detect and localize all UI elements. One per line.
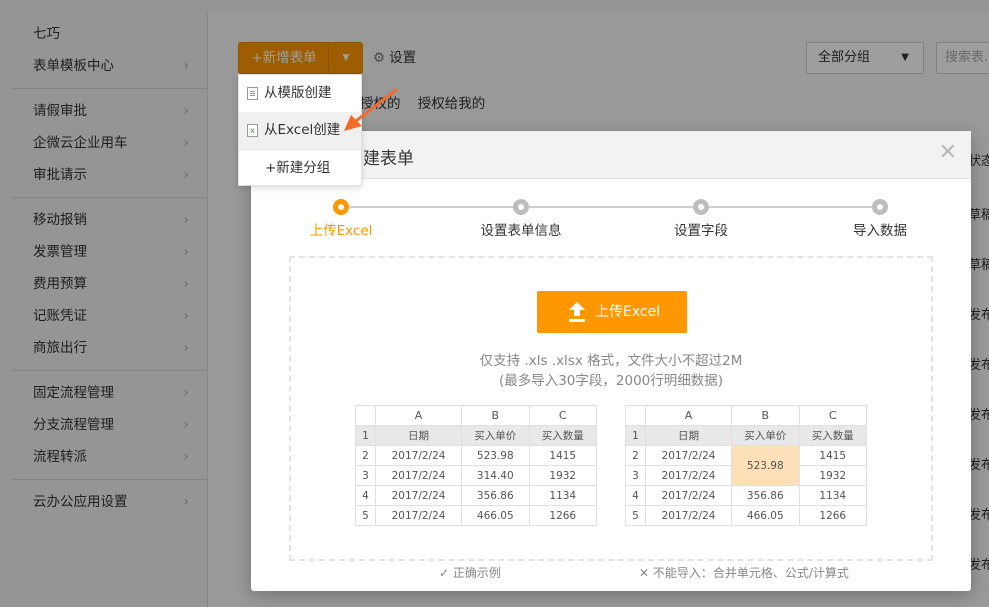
table-cell: 523.98 — [461, 445, 530, 466]
column-header: A — [374, 405, 463, 426]
row-number: 1 — [625, 425, 646, 446]
table-cell: 日期 — [374, 425, 463, 446]
step-label-form-info: 设置表单信息 — [480, 223, 562, 239]
table-cell: 日期 — [644, 425, 733, 446]
table-cell: 2017/2/24 — [374, 445, 463, 466]
row-number: 5 — [625, 505, 646, 526]
table-cell: 2017/2/24 — [374, 505, 463, 526]
create-form-modal: 建表单 ✕ 上传Excel 设置表单信息 设置字段 导入数据 上传Excel 仅… — [251, 131, 971, 591]
table-cell: 2017/2/24 — [644, 485, 733, 506]
step-dot-upload-excel — [333, 199, 349, 215]
caption-text: 不能导入：合并单元格、公式/计算式 — [652, 566, 849, 580]
correct-example-caption: ✓ 正确示例 — [439, 564, 501, 581]
table-cell: 1266 — [798, 505, 868, 526]
merged-cell: 523.98 — [731, 445, 800, 486]
table-cell: 1415 — [528, 445, 598, 466]
column-header: B — [461, 405, 530, 426]
column-header: B — [731, 405, 800, 426]
table-cell: 买入数量 — [528, 425, 598, 446]
step-dot-form-info — [513, 199, 529, 215]
table-cell: 1932 — [798, 465, 868, 486]
document-icon — [247, 87, 258, 100]
invalid-example-caption: ✕ 不能导入：合并单元格、公式/计算式 — [639, 564, 849, 581]
step-label-import-data: 导入数据 — [853, 223, 907, 239]
invalid-example-table: ABC 1 日期 买入单价 买入数量 2 2017/2/24 523.98 1415 3 20… — [625, 405, 868, 526]
row-number: 4 — [625, 485, 646, 506]
table-cell: 1134 — [798, 485, 868, 506]
corner-cell — [355, 405, 376, 426]
annotation-arrow-icon — [344, 88, 398, 131]
row-number: 2 — [625, 445, 646, 466]
menu-item-label: +新建分组 — [265, 160, 331, 176]
caption-text: 正确示例 — [452, 566, 501, 580]
table-cell: 2017/2/24 — [644, 505, 733, 526]
excel-icon: x — [247, 124, 258, 137]
upload-drop-zone[interactable]: 上传Excel 仅支持 .xls .xlsx 格式，文件大小不超过2M (最多导… — [289, 256, 933, 580]
step-dot-import-data — [872, 199, 888, 215]
column-header: C — [798, 405, 868, 426]
row-number: 5 — [355, 505, 376, 526]
modal-title: 建表单 — [363, 149, 414, 169]
format-hint: 仅支持 .xls .xlsx 格式，文件大小不超过2M — [479, 353, 743, 369]
cross-icon: ✕ — [639, 566, 653, 580]
column-header: A — [644, 405, 733, 426]
upload-excel-label: 上传Excel — [595, 304, 661, 320]
table-cell: 2017/2/24 — [374, 465, 463, 486]
row-number: 3 — [625, 465, 646, 486]
corner-cell — [625, 405, 646, 426]
close-icon[interactable]: ✕ — [939, 142, 957, 164]
table-cell: 1266 — [528, 505, 598, 526]
step-connector — [529, 206, 703, 208]
menu-item-label: 从模版创建 — [264, 85, 332, 101]
table-cell: 356.86 — [731, 485, 800, 506]
row-number: 1 — [355, 425, 376, 446]
table-cell: 2017/2/24 — [374, 485, 463, 506]
limit-hint: (最多导入30字段，2000行明细数据) — [498, 373, 724, 389]
table-cell: 买入单价 — [731, 425, 800, 446]
table-cell: 2017/2/24 — [644, 445, 733, 466]
row-number: 3 — [355, 465, 376, 486]
menu-item-new-group[interactable]: +新建分组 — [239, 150, 361, 187]
step-connector — [709, 206, 881, 208]
step-indicator: 上传Excel 设置表单信息 设置字段 导入数据 — [251, 191, 971, 241]
table-cell: 1415 — [798, 445, 868, 466]
step-label-fields: 设置字段 — [674, 223, 728, 239]
upload-icon — [569, 302, 585, 322]
step-label-upload-excel: 上传Excel — [309, 223, 373, 239]
row-number: 2 — [355, 445, 376, 466]
upload-excel-button[interactable]: 上传Excel — [537, 291, 687, 333]
table-cell: 314.40 — [461, 465, 530, 486]
column-header: C — [528, 405, 598, 426]
step-connector — [349, 206, 521, 208]
table-cell: 买入数量 — [798, 425, 868, 446]
row-number: 4 — [355, 485, 376, 506]
table-cell: 2017/2/24 — [644, 465, 733, 486]
menu-item-label: 从Excel创建 — [264, 122, 341, 138]
correct-example-table: ABC 1 日期 买入单价 买入数量 2 2017/2/24 523.98 1415 3 20… — [355, 405, 598, 526]
table-cell: 1932 — [528, 465, 598, 486]
step-dot-fields — [693, 199, 709, 215]
table-cell: 466.05 — [731, 505, 800, 526]
check-icon: ✓ — [439, 566, 453, 580]
table-cell: 466.05 — [461, 505, 530, 526]
table-cell: 1134 — [528, 485, 598, 506]
table-cell: 356.86 — [461, 485, 530, 506]
table-cell: 买入单价 — [461, 425, 530, 446]
